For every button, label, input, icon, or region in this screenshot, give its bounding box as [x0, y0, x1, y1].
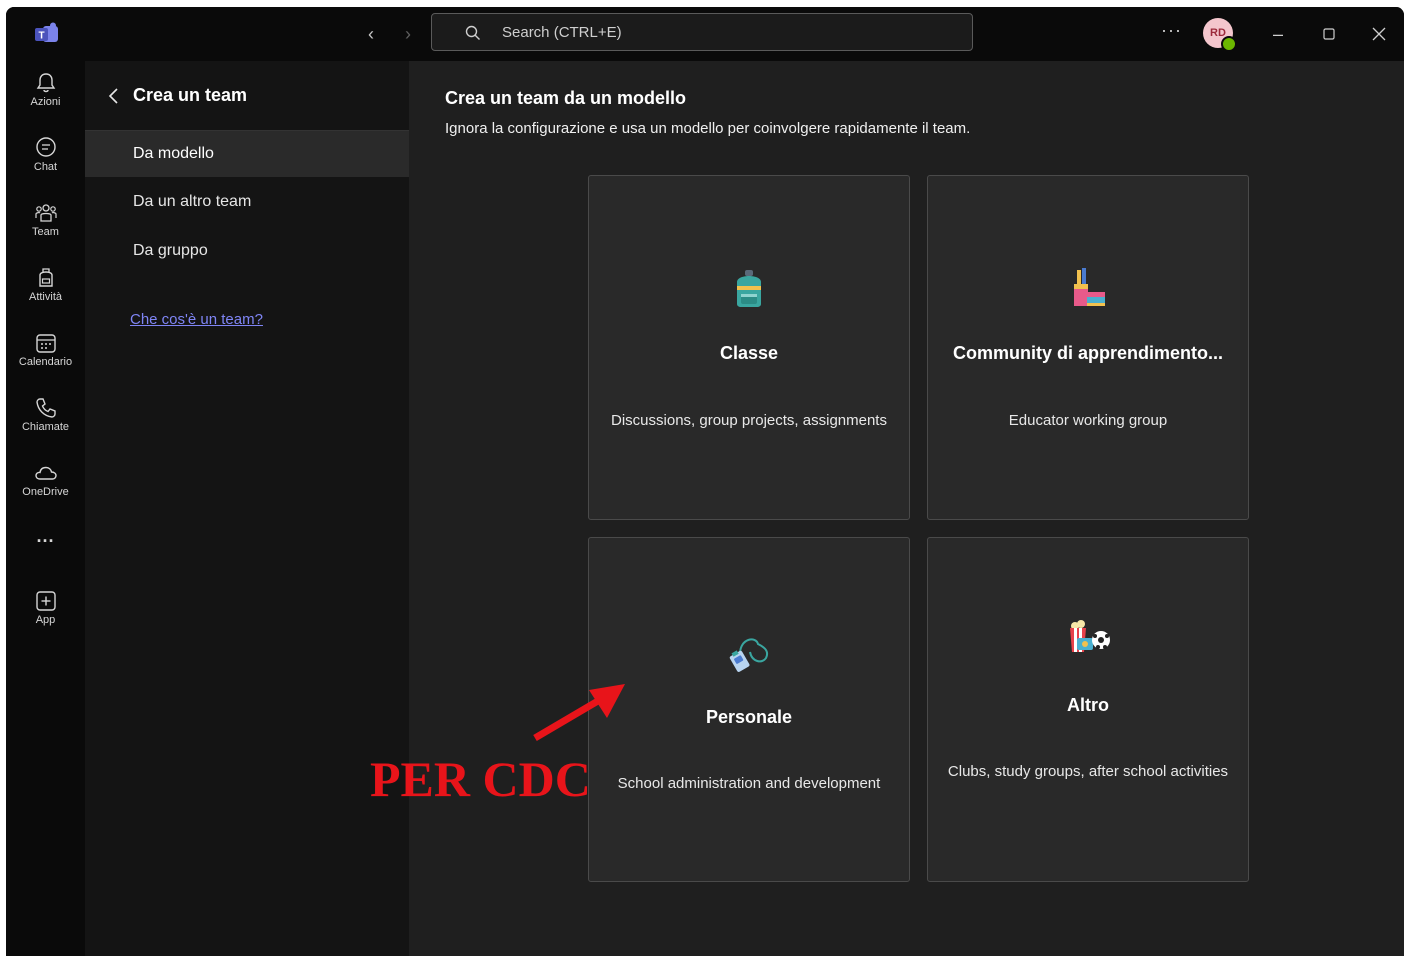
sidebar-item-da-altro-team[interactable]: Da un altro team — [85, 179, 409, 225]
app-bar: Azioni Chat Team Attività Calendario Chi… — [6, 61, 85, 956]
card-title: Classe — [719, 343, 779, 363]
rail-item-attivita[interactable]: Attività — [6, 266, 85, 303]
annotation-arrow-icon — [533, 684, 625, 742]
search-placeholder: Search (CTRL+E) — [502, 24, 622, 41]
page-subtitle: Ignora la configurazione e usa un modell… — [445, 120, 971, 137]
sidebar-item-da-modello[interactable]: Da modello — [85, 131, 409, 177]
template-card-community[interactable]: Community di apprendimento... Educator w… — [927, 175, 1249, 520]
card-description: Clubs, study groups, after school activi… — [947, 763, 1229, 780]
search-icon — [465, 25, 480, 40]
template-card-altro[interactable]: Altro Clubs, study groups, after school … — [927, 537, 1249, 882]
phone-icon — [35, 398, 56, 418]
popcorn-ball-icon — [1070, 620, 1110, 652]
card-description: Educator working group — [1008, 412, 1168, 429]
back-arrow-icon[interactable]: ‹ — [361, 23, 381, 45]
rail-label: Chiamate — [21, 421, 70, 433]
card-description: School administration and development — [617, 775, 881, 792]
teams-logo-icon[interactable]: T — [34, 22, 60, 46]
rail-label: Azioni — [30, 96, 61, 108]
school-supplies-icon — [1074, 268, 1105, 306]
template-gallery: Crea un team da un modello Ignora la con… — [409, 61, 1404, 956]
rail-label: OneDrive — [22, 486, 69, 498]
annotation-label: PER CDC — [370, 751, 591, 807]
card-title: Altro — [1067, 695, 1109, 715]
sidebar-item-da-gruppo[interactable]: Da gruppo — [85, 228, 409, 274]
search-input[interactable]: Search (CTRL+E) — [431, 13, 973, 51]
rail-item-onedrive[interactable]: OneDrive — [6, 461, 85, 498]
teams-window: T ‹ › Search (CTRL+E) ··· RD – Azioni Ch… — [6, 7, 1404, 956]
rail-item-team[interactable]: Team — [6, 201, 85, 238]
create-team-sidebar: Crea un team Da modello Da un altro team… — [85, 61, 409, 956]
rail-item-chiamate[interactable]: Chiamate — [6, 396, 85, 433]
rail-item-app[interactable]: App — [6, 589, 85, 626]
back-chevron-icon[interactable] — [107, 87, 121, 105]
more-options-button[interactable]: ··· — [1161, 20, 1182, 41]
maximize-button[interactable] — [1317, 22, 1341, 46]
card-description: Discussions, group projects, assignments — [611, 412, 887, 429]
rail-item-calendario[interactable]: Calendario — [6, 331, 85, 368]
svg-text:T: T — [38, 31, 44, 42]
sidebar-title: Crea un team — [133, 85, 248, 105]
page-title: Crea un team da un modello — [445, 88, 687, 108]
card-title: Personale — [705, 707, 793, 727]
calendar-icon — [35, 334, 56, 353]
template-card-classe[interactable]: Classe Discussions, group projects, assi… — [588, 175, 910, 520]
template-card-personale[interactable]: Personale School administration and deve… — [588, 537, 910, 882]
forward-arrow-icon[interactable]: › — [398, 23, 418, 45]
add-app-icon — [35, 591, 56, 611]
presence-status-icon — [1221, 36, 1237, 52]
rail-label: Calendario — [18, 356, 73, 368]
rail-label: App — [35, 614, 56, 626]
backpack-icon — [737, 270, 761, 307]
what-is-team-link[interactable]: Che cos'è un team? — [130, 311, 263, 328]
rail-label: Attività — [28, 291, 62, 303]
card-title: Community di apprendimento... — [952, 343, 1223, 363]
team-icon — [34, 204, 57, 222]
maximize-icon — [1323, 28, 1335, 40]
bell-icon — [36, 73, 55, 93]
rail-label: Chat — [33, 161, 58, 173]
chat-icon — [35, 137, 56, 157]
minimize-button[interactable]: – — [1266, 22, 1290, 46]
close-icon — [1372, 27, 1386, 41]
more-apps-button[interactable]: ··· — [6, 531, 85, 552]
rail-item-azioni[interactable]: Azioni — [6, 71, 85, 108]
title-bar: T ‹ › Search (CTRL+E) ··· RD – — [6, 7, 1404, 61]
close-button[interactable] — [1367, 22, 1391, 46]
cloud-icon — [34, 466, 57, 480]
lanyard-badge-icon — [729, 638, 768, 672]
rail-label: Team — [32, 226, 59, 238]
backpack-icon — [38, 268, 53, 287]
rail-item-chat[interactable]: Chat — [6, 136, 85, 173]
